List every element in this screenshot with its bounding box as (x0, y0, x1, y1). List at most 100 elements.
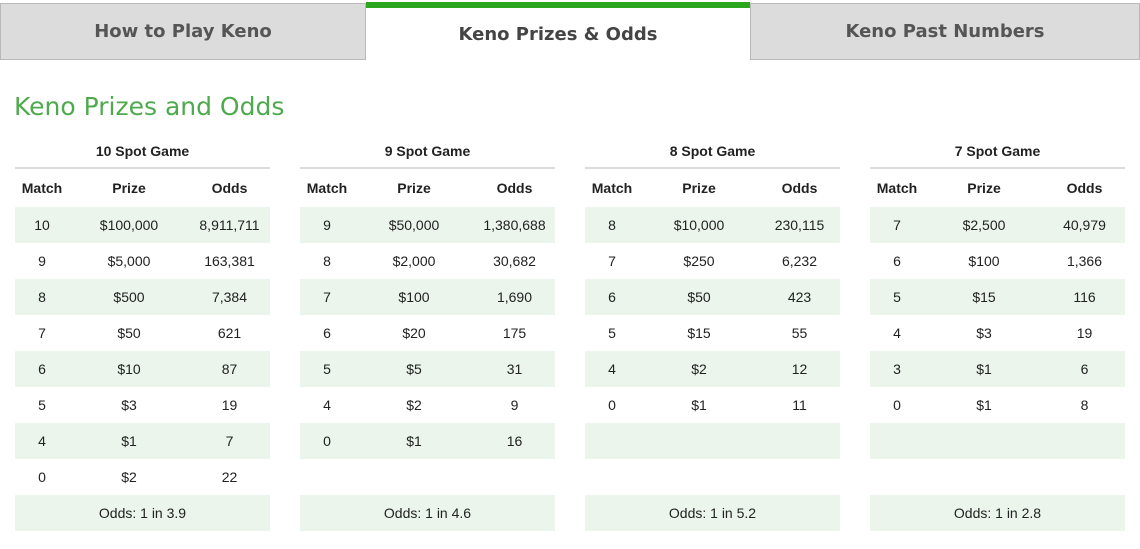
column-header-prize: Prize (112, 180, 146, 196)
cell-prize: $2,500 (962, 217, 1006, 233)
table-row: 3 $1 6 (870, 351, 1125, 387)
cell-prize: $10,000 (673, 217, 725, 233)
cell-odds: 621 (217, 325, 242, 341)
cell-odds: 1,690 (496, 289, 533, 305)
cell-odds: 1,366 (1066, 253, 1103, 269)
table-row: 0 $2 22 (15, 459, 270, 495)
cell-odds: 30,682 (493, 253, 536, 269)
table-row: 8 $500 7,384 (15, 279, 270, 315)
column-header-prize: Prize (682, 180, 716, 196)
cell-match: 6 (893, 253, 901, 269)
cell-odds: 22 (221, 469, 238, 485)
overall-odds: Odds: 1 in 5.2 (585, 495, 840, 531)
cell-odds: 31 (506, 361, 523, 377)
table-header-row: Match Prize Odds (300, 169, 555, 207)
table-row: 0 $1 8 (870, 387, 1125, 423)
cell-odds: 19 (1076, 325, 1093, 341)
cell-match: 9 (38, 253, 46, 269)
table-row: 5 $5 31 (300, 351, 555, 387)
cell-odds: 6,232 (781, 253, 818, 269)
table-row (870, 423, 1125, 459)
cell-prize: $50 (117, 325, 141, 341)
table-header-row: Match Prize Odds (15, 169, 270, 207)
table-row: 10 $100,000 8,911,711 (15, 207, 270, 243)
cell-prize: $2 (691, 361, 707, 377)
cell-prize: $1 (121, 433, 137, 449)
page-title: Keno Prizes and Odds (14, 92, 285, 121)
cell-prize: $5,000 (107, 253, 151, 269)
cell-prize: $3 (121, 397, 137, 413)
cell-match: 9 (323, 217, 331, 233)
table-row: 5 $15 116 (870, 279, 1125, 315)
tab-bar: How to Play Keno Keno Prizes & Odds Keno… (0, 0, 1140, 62)
cell-odds: 1,380,688 (483, 217, 546, 233)
table-row: 0 $1 11 (585, 387, 840, 423)
cell-odds: 423 (787, 289, 812, 305)
column-header-odds: Odds (496, 180, 533, 196)
cell-prize: $20 (402, 325, 426, 341)
column-header-match: Match (306, 180, 348, 196)
table-row: 9 $5,000 163,381 (15, 243, 270, 279)
cell-match: 4 (608, 361, 616, 377)
cell-match: 0 (893, 397, 901, 413)
column-header-odds: Odds (211, 180, 248, 196)
game-title: 7 Spot Game (870, 136, 1125, 169)
table-row: 6 $50 423 (585, 279, 840, 315)
cell-prize: $1 (406, 433, 422, 449)
table-row: 9 $50,000 1,380,688 (300, 207, 555, 243)
cell-prize: $1 (976, 397, 992, 413)
cell-match: 6 (323, 325, 331, 341)
column-header-match: Match (21, 180, 63, 196)
table-header-row: Match Prize Odds (585, 169, 840, 207)
table-row (870, 459, 1125, 495)
game-title: 8 Spot Game (585, 136, 840, 169)
cell-match: 7 (608, 253, 616, 269)
table-row: 4 $2 9 (300, 387, 555, 423)
cell-prize: $500 (113, 289, 145, 305)
cell-prize: $1 (691, 397, 707, 413)
table-row: 5 $15 55 (585, 315, 840, 351)
cell-match: 0 (38, 469, 46, 485)
cell-prize: $5 (406, 361, 422, 377)
cell-odds: 87 (221, 361, 238, 377)
cell-prize: $100,000 (99, 217, 159, 233)
cell-match: 10 (34, 217, 50, 233)
cell-odds: 11 (792, 397, 807, 413)
cell-prize: $3 (976, 325, 992, 341)
tab-how-to-play[interactable]: How to Play Keno (0, 3, 366, 60)
cell-prize: $50,000 (388, 217, 440, 233)
cell-odds: 7 (225, 433, 234, 449)
cell-odds: 55 (791, 325, 808, 341)
column-header-prize: Prize (397, 180, 431, 196)
table-row: 6 $10 87 (15, 351, 270, 387)
cell-match: 5 (608, 325, 616, 341)
cell-odds: 175 (502, 325, 527, 341)
table-row (585, 423, 840, 459)
table-row: 4 $1 7 (15, 423, 270, 459)
cell-match: 5 (323, 361, 331, 377)
cell-odds: 40,979 (1063, 217, 1106, 233)
cell-prize: $10 (117, 361, 141, 377)
cell-odds: 7,384 (211, 289, 248, 305)
table-row: 7 $2,500 40,979 (870, 207, 1125, 243)
tab-prizes-odds[interactable]: Keno Prizes & Odds (366, 2, 750, 61)
cell-match: 7 (323, 289, 331, 305)
column-header-odds: Odds (781, 180, 818, 196)
cell-match: 6 (608, 289, 616, 305)
cell-prize: $100 (968, 253, 1000, 269)
cell-odds: 9 (510, 397, 519, 413)
table-row: 8 $2,000 30,682 (300, 243, 555, 279)
cell-odds: 6 (1080, 361, 1089, 377)
tab-past-numbers[interactable]: Keno Past Numbers (750, 3, 1140, 60)
table-row (585, 459, 840, 495)
cell-match: 3 (893, 361, 901, 377)
table-row (300, 459, 555, 495)
cell-match: 8 (38, 289, 46, 305)
table-row: 7 $250 6,232 (585, 243, 840, 279)
cell-match: 5 (38, 397, 46, 413)
cell-prize: $100 (398, 289, 430, 305)
cell-odds: 116 (1073, 289, 1096, 305)
cell-odds: 16 (506, 433, 523, 449)
cell-match: 0 (608, 397, 616, 413)
table-row: 0 $1 16 (300, 423, 555, 459)
